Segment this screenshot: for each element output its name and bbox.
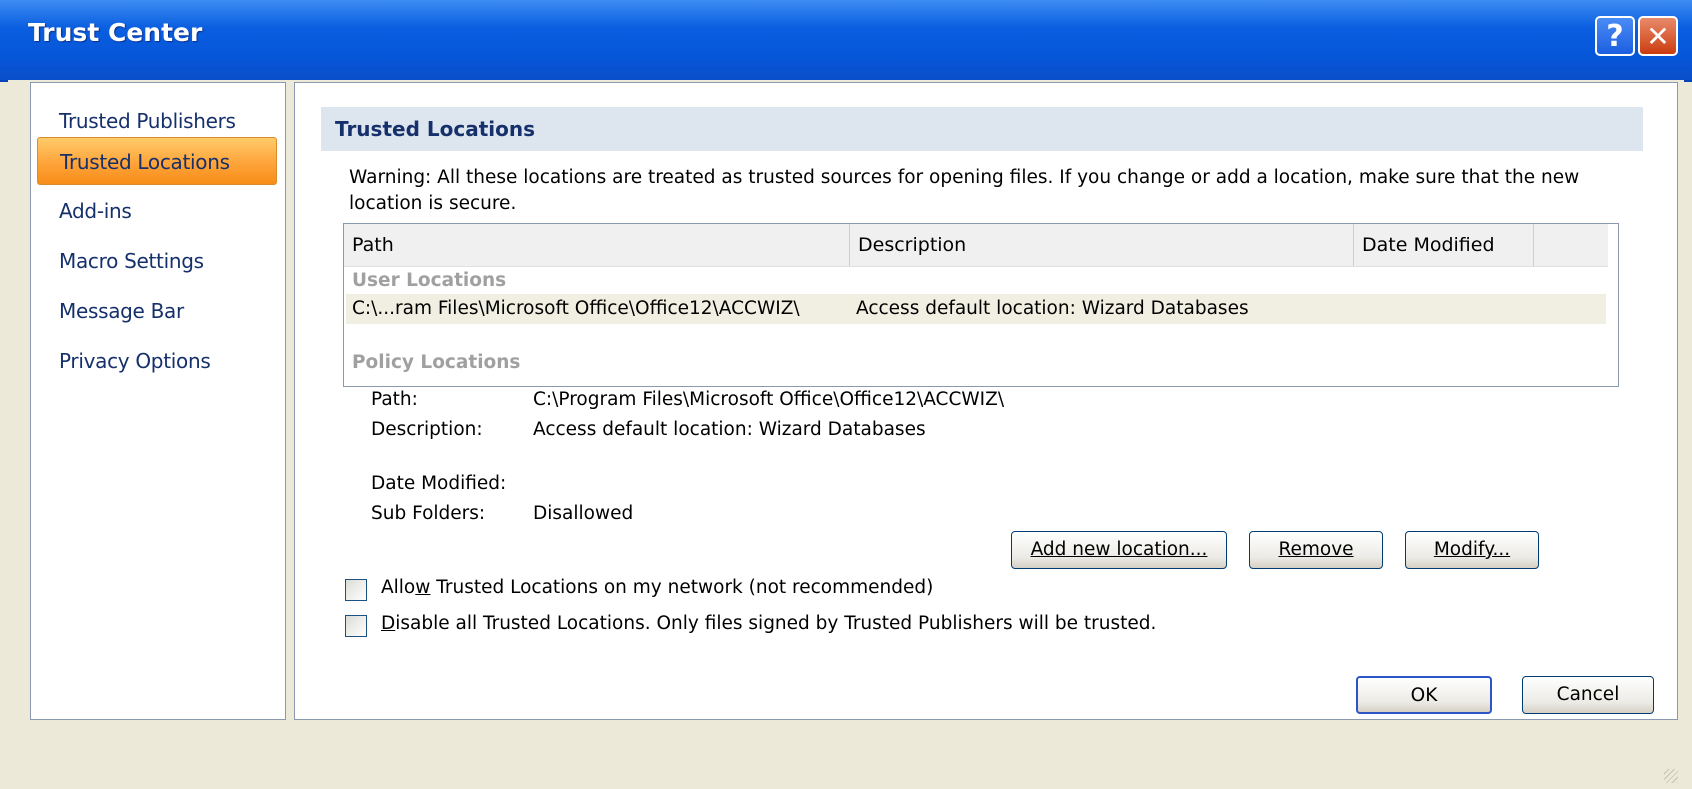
group-label-user-locations: User Locations [352, 270, 507, 291]
detail-path-label: Path: [371, 389, 418, 410]
add-new-location-label: Add new location... [1030, 539, 1208, 560]
allow-network-checkbox[interactable] [345, 579, 367, 601]
disable-all-accesskey: D [381, 613, 396, 634]
sidebar: Trusted Publishers Trusted Locations Add… [30, 82, 286, 720]
detail-description-value: Access default location: Wizard Database… [533, 419, 926, 440]
content-panel: Trusted Locations Warning: All these loc… [294, 82, 1678, 720]
sidebar-item-privacy-options[interactable]: Privacy Options [37, 337, 277, 385]
column-header-date-modified[interactable]: Date Modified [1354, 224, 1534, 266]
sidebar-item-add-ins[interactable]: Add-ins [37, 187, 277, 235]
column-header-description[interactable]: Description [850, 224, 1354, 266]
trust-center-window: Trust Center ? ✕ Trusted Publishers Trus… [0, 0, 1692, 789]
close-button[interactable]: ✕ [1638, 16, 1678, 56]
close-icon: ✕ [1646, 19, 1670, 53]
group-label-policy-locations: Policy Locations [352, 352, 521, 373]
locations-table[interactable]: Path Description Date Modified User Loca… [343, 223, 1619, 387]
row-path: C:\...ram Files\Microsoft Office\Office1… [352, 298, 800, 319]
ok-button[interactable]: OK [1356, 676, 1492, 714]
sidebar-item-macro-settings[interactable]: Macro Settings [37, 237, 277, 285]
remove-label: Remove [1278, 539, 1354, 560]
add-new-location-button[interactable]: Add new location... [1011, 531, 1227, 569]
modify-label: Modify... [1433, 539, 1511, 560]
cancel-button[interactable]: Cancel [1522, 676, 1654, 714]
disable-all-label[interactable]: Disable all Trusted Locations. Only file… [381, 613, 1156, 634]
detail-path-value: C:\Program Files\Microsoft Office\Office… [533, 389, 1005, 410]
detail-sub-folders-value: Disallowed [533, 503, 634, 524]
detail-date-modified-label: Date Modified: [371, 473, 507, 494]
window-title: Trust Center [28, 18, 203, 47]
ok-label: OK [1410, 685, 1438, 706]
modify-button[interactable]: Modify... [1405, 531, 1539, 569]
section-header: Trusted Locations [321, 107, 1643, 151]
row-description: Access default location: Wizard Database… [856, 298, 1249, 319]
dialog-body: Trusted Publishers Trusted Locations Add… [8, 80, 1684, 789]
table-row[interactable]: C:\...ram Files\Microsoft Office\Office1… [346, 294, 1606, 324]
sidebar-item-message-bar[interactable]: Message Bar [37, 287, 277, 335]
allow-network-label[interactable]: Allow Trusted Locations on my network (n… [381, 577, 933, 598]
detail-sub-folders-label: Sub Folders: [371, 503, 486, 524]
sidebar-item-trusted-locations[interactable]: Trusted Locations [37, 137, 277, 185]
disable-all-label-rest: isable all Trusted Locations. Only files… [395, 613, 1157, 634]
detail-description-label: Description: [371, 419, 483, 440]
allow-network-label-rest: Trusted Locations on my network (not rec… [430, 577, 934, 598]
help-button[interactable]: ? [1595, 16, 1635, 56]
allow-network-accesskey: w [415, 577, 431, 598]
help-icon: ? [1606, 18, 1624, 54]
table-header: Path Description Date Modified [344, 224, 1608, 267]
title-bar[interactable]: Trust Center ? ✕ [0, 0, 1692, 82]
allow-network-label-part: Allo [381, 577, 416, 598]
warning-text: Warning: All these locations are treated… [349, 167, 1580, 214]
cancel-label: Cancel [1556, 684, 1620, 705]
resize-grip-icon[interactable] [1664, 769, 1678, 783]
column-header-path[interactable]: Path [344, 224, 850, 266]
remove-button[interactable]: Remove [1249, 531, 1383, 569]
disable-all-checkbox[interactable] [345, 615, 367, 637]
